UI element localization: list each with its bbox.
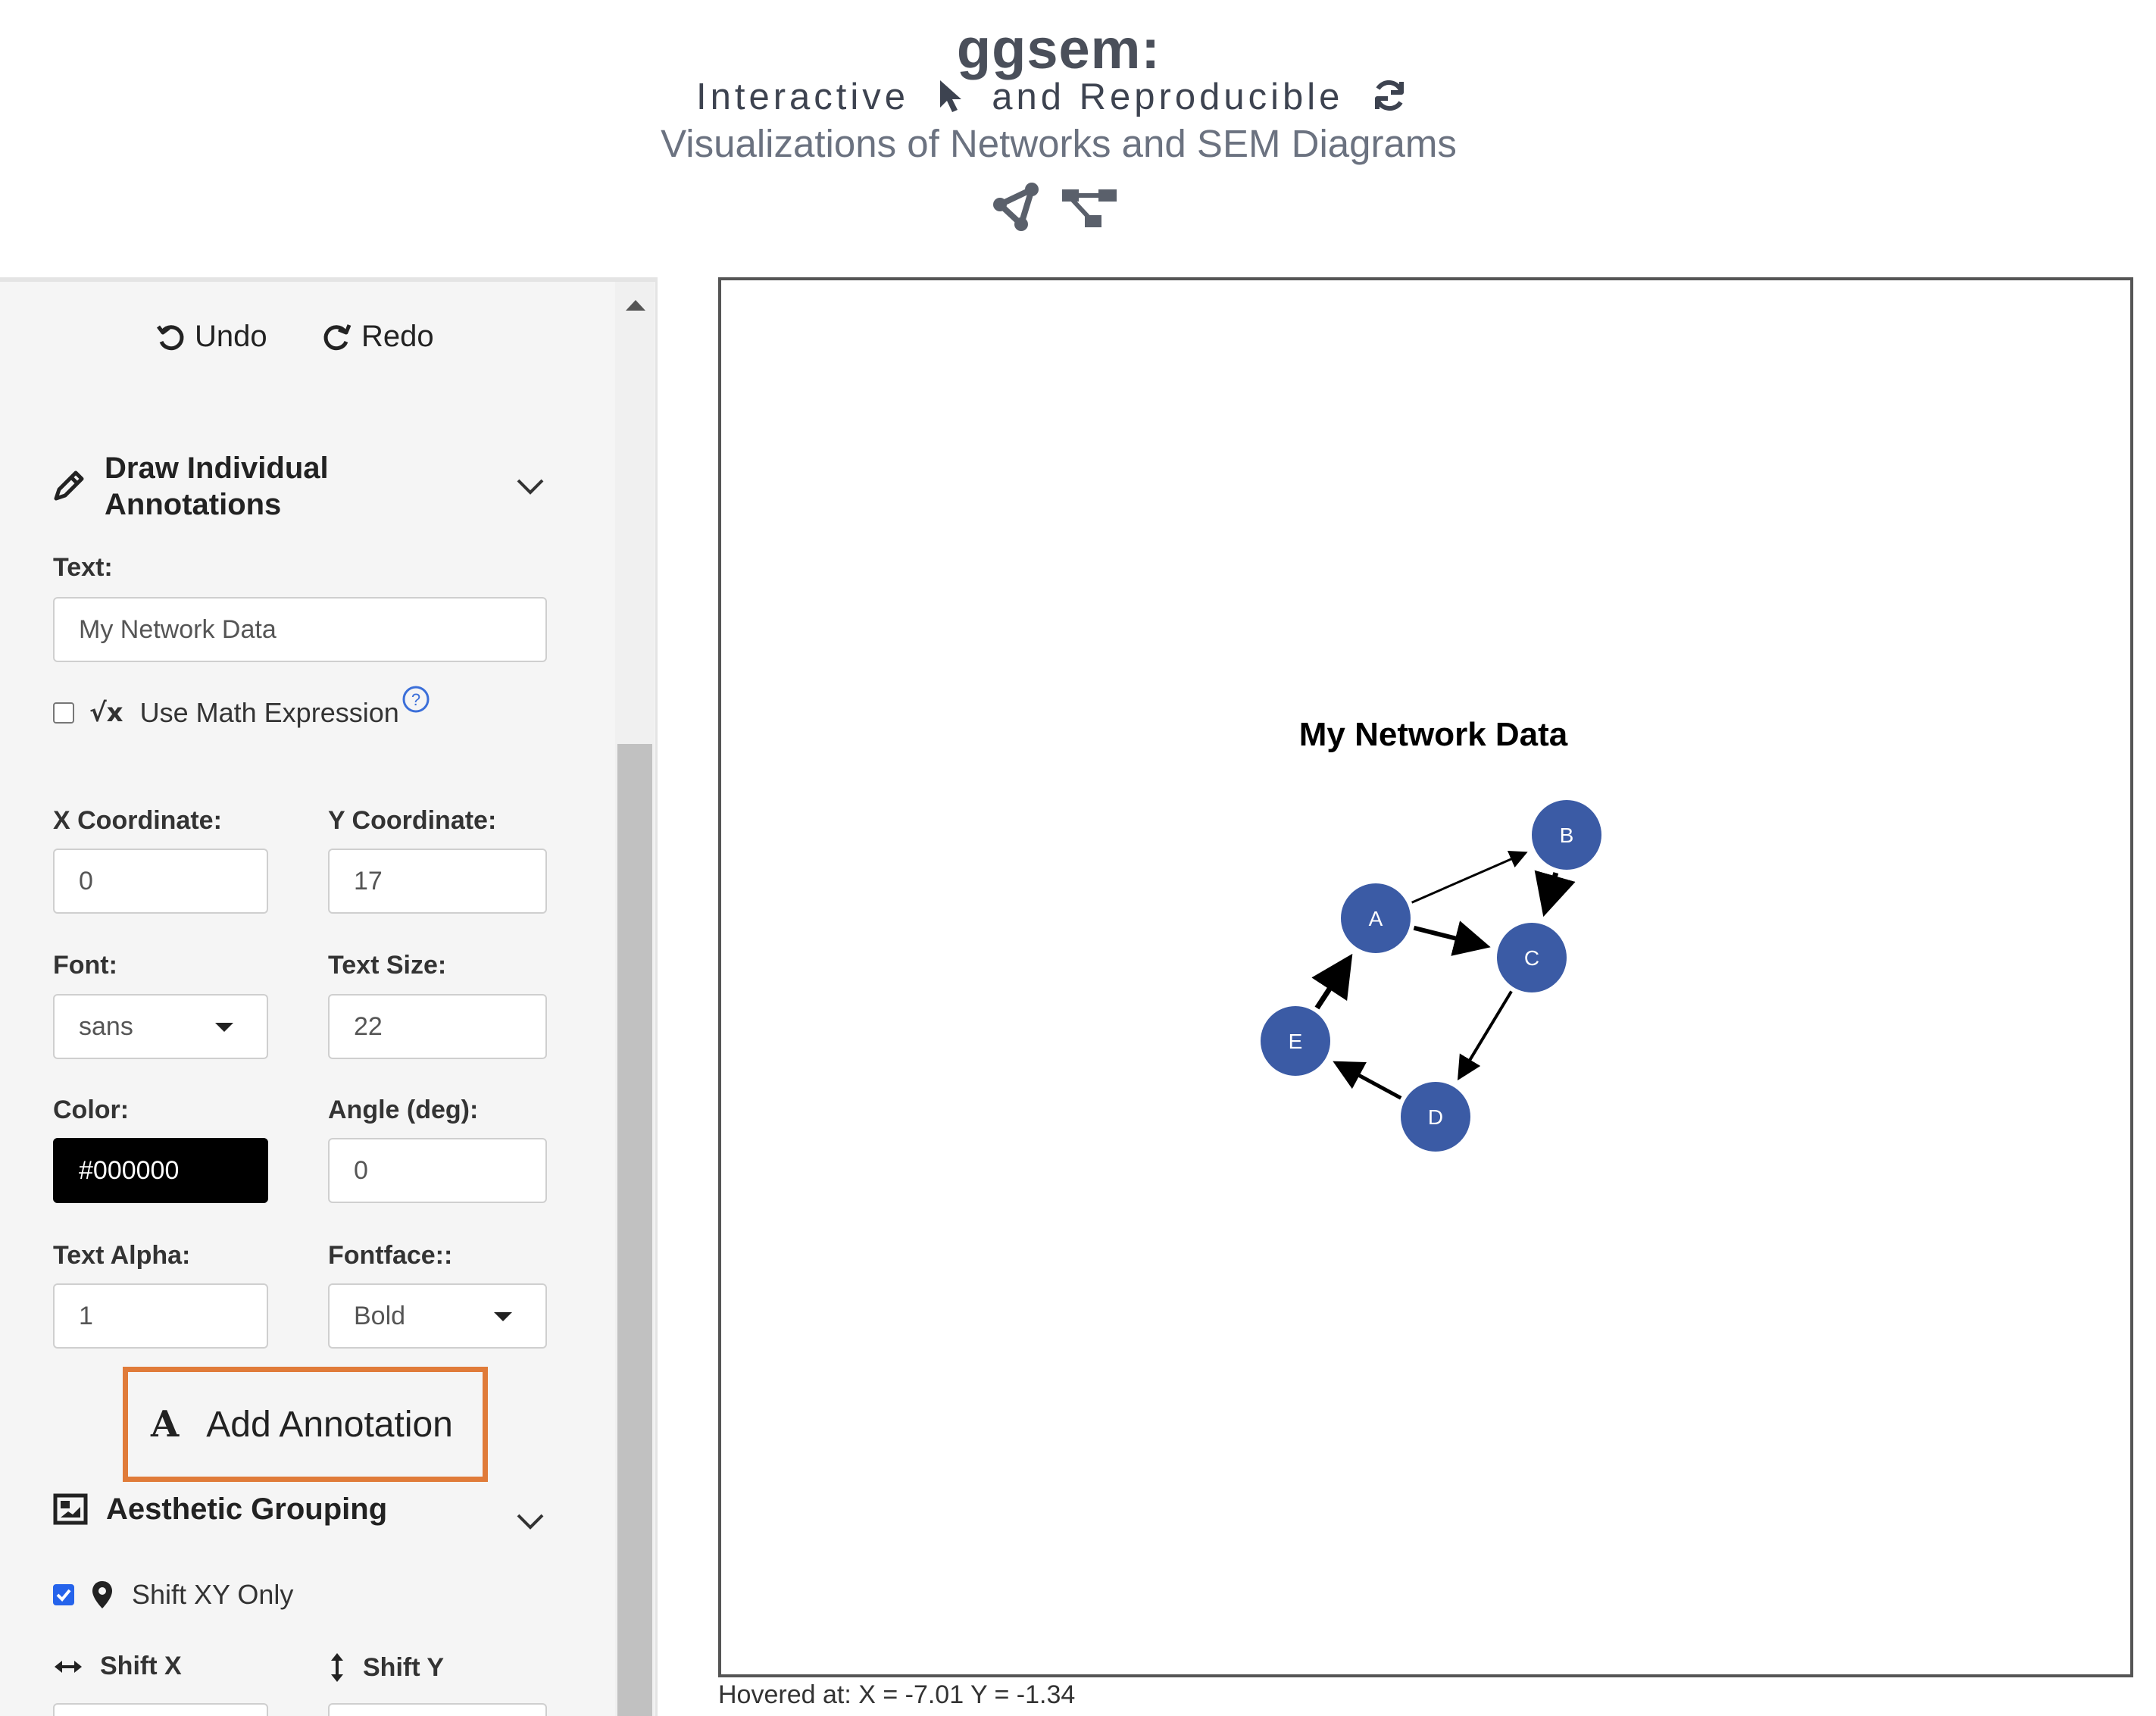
app-tagline: Visualizations of Networks and SEM Diagr… bbox=[661, 122, 1457, 165]
undo-button[interactable]: Undo bbox=[155, 320, 267, 354]
shift-y-input[interactable] bbox=[328, 1703, 547, 1716]
annotation-text-input[interactable]: My Network Data bbox=[53, 597, 547, 662]
add-annotation-label: Add Annotation bbox=[206, 1404, 453, 1445]
text-font-icon: A bbox=[151, 1403, 180, 1446]
text-alpha-input[interactable]: 1 bbox=[53, 1283, 268, 1349]
subtitle-interactive: Interactive bbox=[695, 77, 910, 117]
font-select-value: sans bbox=[79, 1012, 133, 1041]
pencil-icon bbox=[54, 470, 84, 501]
color-label: Color: bbox=[53, 1096, 130, 1124]
node-label-b: B bbox=[1560, 824, 1574, 847]
app-title: ggsem: bbox=[956, 17, 1161, 80]
y-coordinate-label: Y Coordinate: bbox=[328, 806, 497, 835]
edge-b-c[interactable] bbox=[1534, 870, 1576, 917]
annotations-section-title-line1: Draw Individual bbox=[105, 452, 329, 485]
svg-text:?: ? bbox=[411, 690, 420, 709]
text-alpha-label: Text Alpha: bbox=[53, 1241, 191, 1270]
network-icon bbox=[992, 182, 1042, 236]
shift-y-label: Shift Y bbox=[363, 1652, 445, 1682]
shift-y-label-row: Shift Y bbox=[328, 1652, 444, 1683]
undo-label: Undo bbox=[195, 320, 267, 353]
subtitle-reproducible: and Reproducible bbox=[992, 77, 1344, 117]
angle-input[interactable]: 0 bbox=[328, 1138, 547, 1203]
network-plot[interactable]: My Network Data A B C D E bbox=[721, 280, 2130, 1674]
node-label-a: A bbox=[1369, 907, 1383, 930]
edge-c-d[interactable] bbox=[1457, 990, 1513, 1081]
math-expression-toggle[interactable]: √x Use Math Expression ? bbox=[53, 686, 431, 729]
app-subtitle: Interactive and Reproducible bbox=[0, 76, 2117, 123]
shift-x-label-row: Shift X bbox=[53, 1652, 182, 1681]
edge-a-c[interactable] bbox=[1413, 921, 1491, 956]
chevron-down-icon[interactable] bbox=[515, 476, 545, 497]
color-input[interactable]: #000000 bbox=[53, 1138, 268, 1203]
fontface-label: Fontface:: bbox=[328, 1241, 453, 1270]
vertical-arrows-icon bbox=[331, 1653, 343, 1682]
chevron-down-icon[interactable] bbox=[515, 1511, 545, 1532]
shift-xy-only-toggle[interactable]: Shift XY Only bbox=[53, 1579, 293, 1611]
font-select[interactable]: sans bbox=[53, 994, 268, 1059]
shift-xy-only-label: Shift XY Only bbox=[132, 1579, 294, 1610]
add-annotation-button[interactable]: A Add Annotation bbox=[123, 1367, 488, 1482]
x-coordinate-input[interactable]: 0 bbox=[53, 849, 268, 914]
plot-canvas[interactable]: My Network Data A B C D E bbox=[718, 277, 2133, 1677]
x-coordinate-label: X Coordinate: bbox=[53, 806, 222, 835]
node-label-c: C bbox=[1524, 946, 1539, 970]
edge-a-b[interactable] bbox=[1411, 851, 1528, 904]
text-size-input[interactable]: 22 bbox=[328, 994, 547, 1059]
horizontal-arrows-icon bbox=[55, 1660, 82, 1673]
y-coordinate-input[interactable]: 17 bbox=[328, 849, 547, 914]
app-header: ggsem: Interactive and Reproducible Visu… bbox=[0, 0, 2156, 273]
math-expression-label: Use Math Expression bbox=[139, 697, 399, 728]
node-label-d: D bbox=[1428, 1105, 1443, 1129]
font-label: Font: bbox=[53, 951, 117, 980]
text-size-label: Text Size: bbox=[328, 951, 447, 980]
cursor-icon bbox=[937, 79, 964, 123]
shift-x-label: Shift X bbox=[100, 1652, 182, 1680]
nodes-layer: A B C D E bbox=[1261, 800, 1601, 1152]
hover-coordinates: Hovered at: X = -7.01 Y = -1.34 bbox=[718, 1680, 1076, 1709]
shift-x-input[interactable] bbox=[53, 1703, 268, 1716]
undo-icon bbox=[157, 324, 184, 350]
scroll-up-arrow-icon[interactable] bbox=[626, 300, 645, 311]
caret-down-icon bbox=[215, 1023, 233, 1032]
grouping-section-title: Aesthetic Grouping bbox=[106, 1493, 388, 1526]
sqrt-icon: √x bbox=[89, 698, 123, 728]
refresh-icon bbox=[1371, 77, 1408, 123]
map-pin-icon bbox=[92, 1581, 112, 1608]
sidebar-scrollbar-thumb[interactable] bbox=[617, 744, 652, 1716]
help-icon[interactable]: ? bbox=[401, 684, 431, 714]
sem-diagram-icon bbox=[1061, 186, 1118, 236]
text-label: Text: bbox=[53, 553, 113, 582]
redo-label: Redo bbox=[361, 320, 434, 353]
fontface-select-value: Bold bbox=[354, 1302, 406, 1330]
redo-icon bbox=[323, 324, 352, 350]
edge-e-a[interactable] bbox=[1311, 953, 1353, 1010]
redo-button[interactable]: Redo bbox=[322, 320, 434, 354]
math-expression-checkbox[interactable] bbox=[53, 702, 74, 724]
node-label-e: E bbox=[1289, 1030, 1303, 1053]
plot-annotation-title[interactable]: My Network Data bbox=[1299, 716, 1568, 753]
image-frame-icon bbox=[53, 1493, 88, 1525]
caret-down-icon bbox=[494, 1312, 512, 1321]
header-icons bbox=[992, 182, 1133, 235]
shift-xy-only-checkbox[interactable] bbox=[53, 1584, 74, 1605]
edge-d-e[interactable] bbox=[1333, 1061, 1402, 1100]
annotations-section-header[interactable]: Draw Individual Annotations bbox=[50, 450, 329, 523]
angle-label: Angle (deg): bbox=[328, 1096, 479, 1124]
fontface-select[interactable]: Bold bbox=[328, 1283, 547, 1349]
grouping-section-header[interactable]: Aesthetic Grouping bbox=[53, 1491, 387, 1527]
annotations-section-title-line2: Annotations bbox=[105, 488, 282, 521]
sidebar-panel: Undo Redo Draw Individual Annotations Te… bbox=[0, 277, 658, 1716]
